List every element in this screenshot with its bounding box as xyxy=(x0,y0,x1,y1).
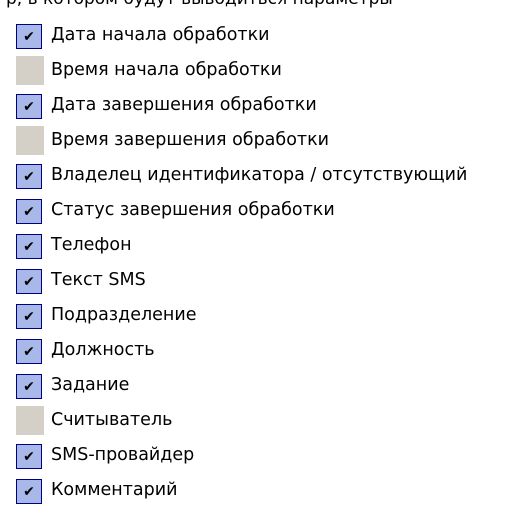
checkmark-icon: ✔ xyxy=(16,199,42,224)
option-item[interactable]: ✔ Задание xyxy=(0,368,509,403)
clipped-top-text: р, в котором будут выводиться параметры xyxy=(6,0,393,10)
option-item[interactable]: Время начала обработки xyxy=(0,53,509,88)
option-item[interactable]: ✔ Подразделение xyxy=(0,298,509,333)
option-label: Время завершения обработки xyxy=(51,130,330,150)
unchecked-gutter xyxy=(16,56,44,85)
option-label: Считыватель xyxy=(51,410,173,430)
checkmark-icon: ✔ xyxy=(16,94,42,119)
unchecked-gutter xyxy=(16,126,44,155)
option-label: Дата завершения обработки xyxy=(51,95,317,115)
checkmark-icon: ✔ xyxy=(16,234,42,259)
option-item[interactable]: Время завершения обработки xyxy=(0,123,509,158)
option-item[interactable]: ✔ Телефон xyxy=(0,228,509,263)
option-label: Дата начала обработки xyxy=(51,25,270,45)
checkmark-icon: ✔ xyxy=(16,444,42,469)
option-label: Комментарий xyxy=(51,480,178,500)
checkmark-icon: ✔ xyxy=(16,269,42,294)
checkmark-icon: ✔ xyxy=(16,479,42,504)
option-item[interactable]: ✔ Должность xyxy=(0,333,509,368)
option-label: Задание xyxy=(51,375,130,395)
checkmark-icon: ✔ xyxy=(16,24,42,49)
checkmark-icon: ✔ xyxy=(16,339,42,364)
option-item[interactable]: ✔ Дата завершения обработки xyxy=(0,88,509,123)
option-label: Текст SMS xyxy=(51,270,146,290)
checkmark-icon: ✔ xyxy=(16,374,42,399)
option-label: Владелец идентификатора / отсутствующий xyxy=(51,165,468,185)
option-label: Статус завершения обработки xyxy=(51,200,335,220)
option-label: Время начала обработки xyxy=(51,60,282,80)
option-label: Должность xyxy=(51,340,155,360)
unchecked-gutter xyxy=(16,406,44,435)
column-options-list: ✔ Дата начала обработки Время начала обр… xyxy=(0,18,509,508)
option-item[interactable]: ✔ Текст SMS xyxy=(0,263,509,298)
option-label: Телефон xyxy=(51,235,132,255)
option-item[interactable]: Считыватель xyxy=(0,403,509,438)
option-label: Подразделение xyxy=(51,305,197,325)
option-item[interactable]: ✔ Комментарий xyxy=(0,473,509,508)
option-item[interactable]: ✔ Владелец идентификатора / отсутствующи… xyxy=(0,158,509,193)
option-item[interactable]: ✔ SMS-провайдер xyxy=(0,438,509,473)
option-item[interactable]: ✔ Дата начала обработки xyxy=(0,18,509,53)
checkmark-icon: ✔ xyxy=(16,164,42,189)
option-item[interactable]: ✔ Статус завершения обработки xyxy=(0,193,509,228)
option-label: SMS-провайдер xyxy=(51,445,195,465)
checkmark-icon: ✔ xyxy=(16,304,42,329)
